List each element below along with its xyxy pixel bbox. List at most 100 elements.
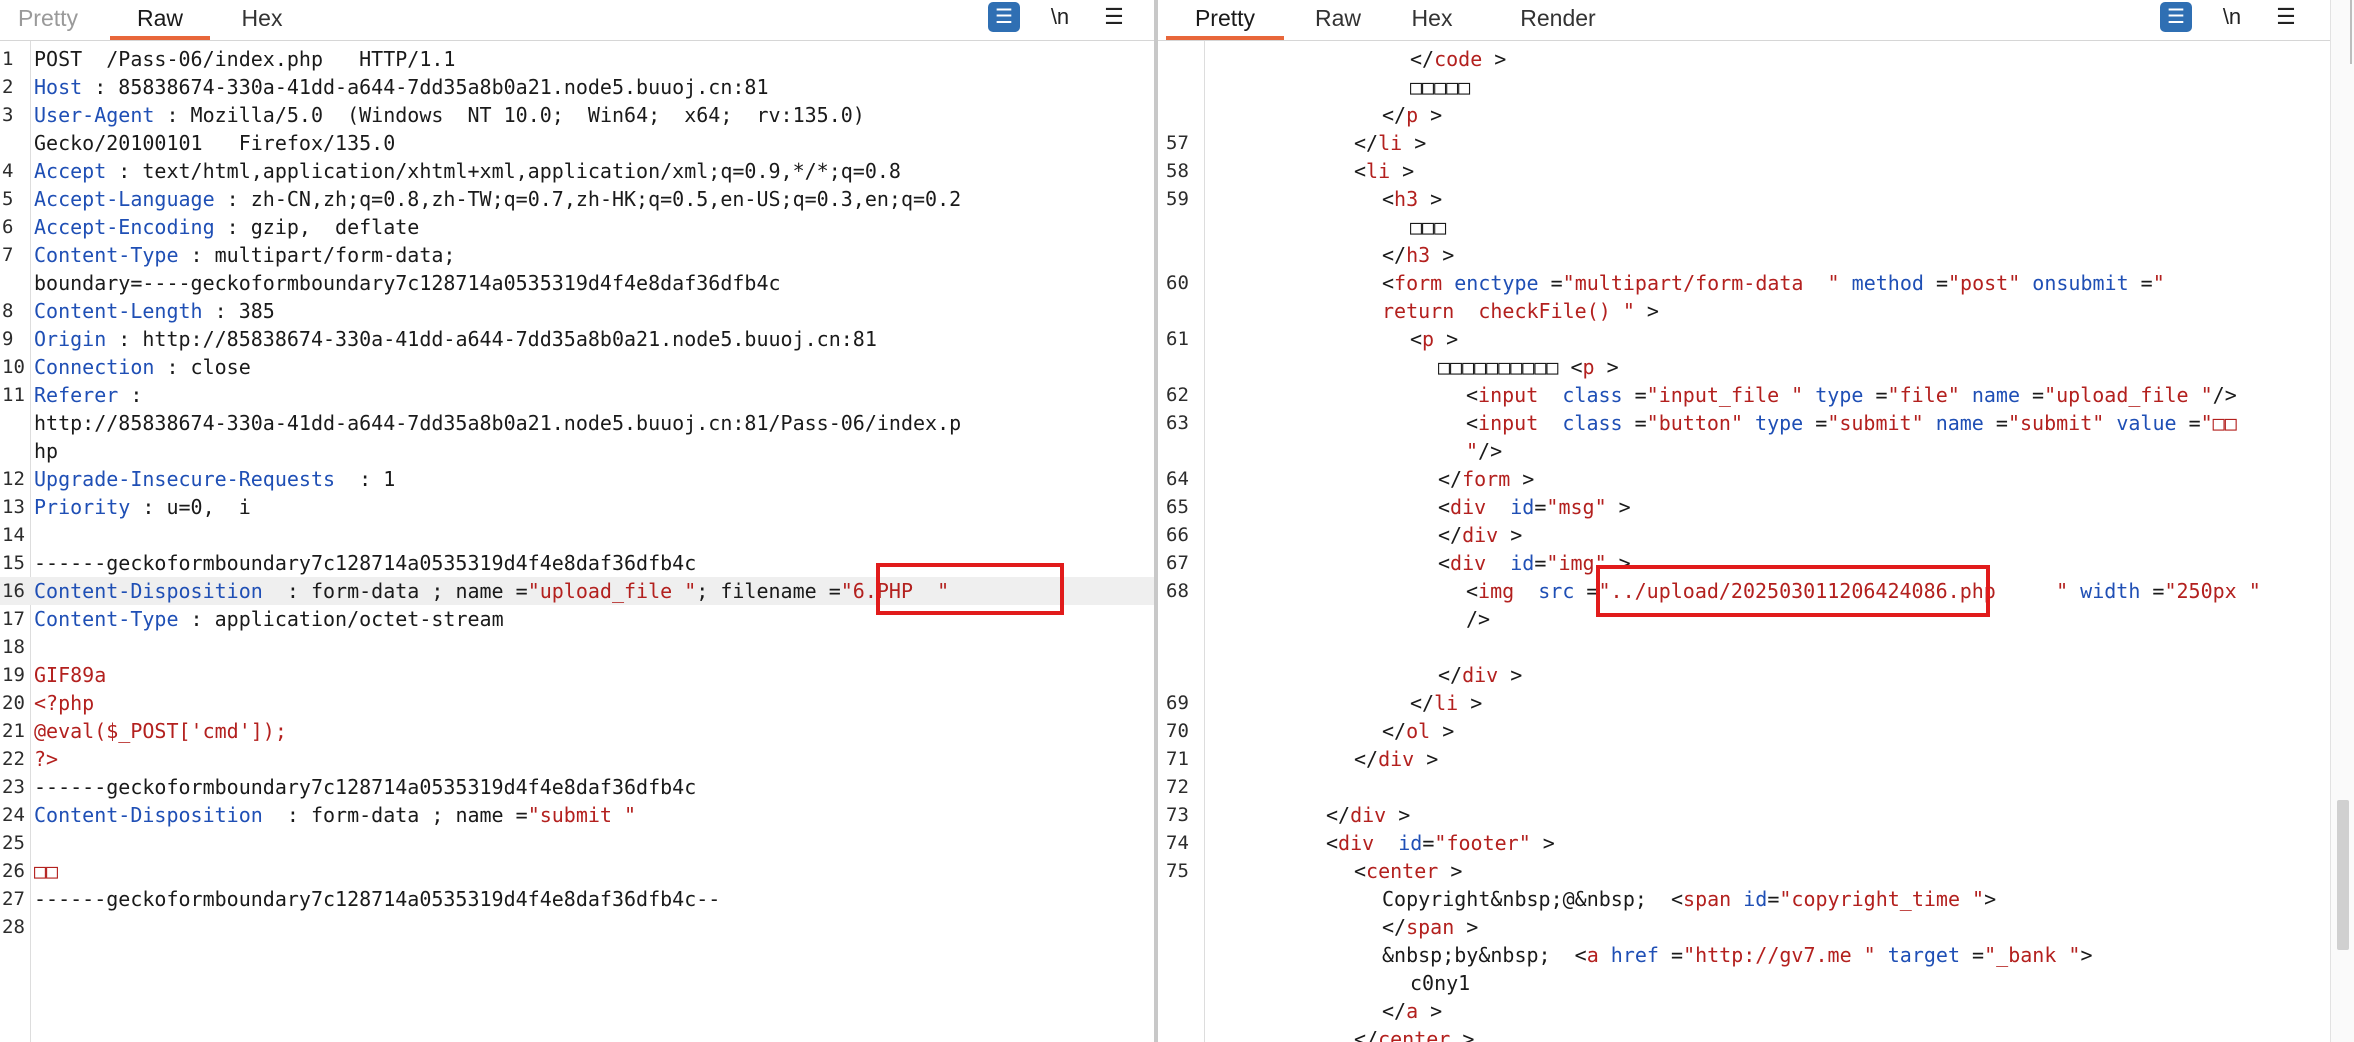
code-text: User-Agent : Mozilla/5.0 (Windows NT 10.…: [34, 101, 865, 129]
code-token: src: [1538, 579, 1575, 603]
filename-highlight-box: [876, 563, 1064, 615]
code-text: Origin : http://85838674-330a-41dd-a644-…: [34, 325, 877, 353]
code-text: ------geckoformboundary7c128714a0535319d…: [34, 773, 696, 801]
code-token: </: [1382, 999, 1407, 1023]
code-token: ": [1622, 299, 1635, 323]
code-token: :: [118, 383, 143, 407]
code-text: Content-Disposition : form-data ; name =…: [34, 577, 949, 605]
tab-request-hex[interactable]: Hex: [226, 0, 298, 40]
code-text: return checkFile() " >: [1382, 297, 1659, 325]
code-token: "250px ": [2164, 579, 2261, 603]
response-scrollbar[interactable]: [2330, 0, 2354, 1042]
code-token: &nbsp;by&nbsp; <: [1382, 943, 1587, 967]
code-token: div: [1462, 523, 1499, 547]
code-token: "submit": [2007, 411, 2105, 435]
code-token: </: [1354, 131, 1379, 155]
code-text: </h3 >: [1382, 241, 1454, 269]
code-text: </li >: [1410, 689, 1482, 717]
line-number: 13: [2, 496, 25, 518]
response-wrap-toggle-icon[interactable]: ☰: [2160, 2, 2192, 32]
line-number: 65: [1166, 496, 1189, 518]
line-number: 6: [2, 216, 14, 238]
line-number: 19: [2, 664, 25, 686]
code-token: =: [1960, 943, 1985, 967]
code-token: enctype: [1454, 271, 1539, 295]
line-number: 66: [1166, 524, 1189, 546]
code-line: </p >: [1158, 101, 2330, 129]
code-token: Priority: [34, 495, 131, 519]
code-line: 60 <form enctype ="multipart/form-data " …: [1158, 269, 2330, 297]
response-menu-icon[interactable]: ☰: [2270, 2, 2302, 32]
code-text: <input class ="button" type ="submit" na…: [1466, 409, 2237, 437]
code-text: Host : 85838674-330a-41dd-a644-7dd35a8b0…: [34, 73, 769, 101]
code-token: >: [1498, 523, 1523, 547]
request-menu-icon[interactable]: ☰: [1098, 2, 1130, 32]
line-number: 3: [2, 104, 14, 126]
code-text: <h3 >: [1382, 185, 1442, 213]
code-token: =: [1538, 271, 1563, 295]
code-line: hp: [0, 437, 1154, 465]
code-token: hp: [34, 439, 59, 463]
code-token: ?>: [34, 747, 59, 771]
code-token: a: [1586, 943, 1599, 967]
code-line: 64 </form >: [1158, 465, 2330, 493]
code-token: id: [1743, 887, 1768, 911]
code-token: </: [1326, 803, 1351, 827]
code-text: <center >: [1354, 857, 1462, 885]
tab-response-render[interactable]: Render: [1510, 0, 1606, 40]
tab-request-pretty[interactable]: Pretty: [10, 0, 86, 40]
code-text: □□□□□: [1410, 73, 1470, 101]
code-token: =: [1622, 383, 1647, 407]
code-text: </a >: [1382, 997, 1442, 1025]
code-token: "submit ": [527, 803, 637, 827]
code-token: >: [1418, 103, 1443, 127]
code-line: □□□: [1158, 213, 2330, 241]
code-token: =: [1534, 495, 1547, 519]
line-number: 58: [1166, 160, 1189, 182]
code-text: "/>: [1466, 437, 1502, 465]
code-token: width: [2080, 579, 2141, 603]
code-token: type: [1755, 411, 1804, 435]
code-line: 6 Accept-Encoding : gzip, deflate: [0, 213, 1154, 241]
code-token: =: [1863, 383, 1888, 407]
code-text: </ol >: [1382, 717, 1454, 745]
code-token: div: [1338, 831, 1375, 855]
code-line: 75 <center >: [1158, 857, 2330, 885]
code-token: </: [1410, 691, 1435, 715]
request-newline-toggle-icon[interactable]: \n: [1044, 2, 1076, 32]
line-number: 7: [2, 244, 14, 266]
code-line: &nbsp;by&nbsp; <a href ="http://gv7.me "…: [1158, 941, 2330, 969]
response-scrollbar-thumb[interactable]: [2337, 800, 2349, 950]
code-token: h3: [1394, 187, 1419, 211]
tab-request-raw[interactable]: Raw: [110, 0, 210, 40]
code-token: □□: [34, 859, 59, 883]
tab-response-hex[interactable]: Hex: [1404, 0, 1460, 40]
code-token: ": [1466, 439, 1479, 463]
code-token: "upload_file ": [527, 579, 697, 603]
code-line: 22 ?>: [0, 745, 1154, 773]
tab-response-pretty[interactable]: Pretty: [1166, 0, 1284, 40]
code-token: >: [1984, 887, 1997, 911]
code-line: Copyright&nbsp;@&nbsp; <span id="copyrig…: [1158, 885, 2330, 913]
code-text: </div >: [1438, 661, 1522, 689]
code-token: input: [1478, 411, 1539, 435]
code-token: div: [1450, 495, 1487, 519]
code-token: </: [1354, 747, 1379, 771]
code-text: Accept-Language : zh-CN,zh;q=0.8,zh-TW;q…: [34, 185, 961, 213]
code-token: =: [2176, 411, 2201, 435]
code-text: Accept-Encoding : gzip, deflate: [34, 213, 419, 241]
code-line: 59 <h3 >: [1158, 185, 2330, 213]
line-number: 12: [2, 468, 25, 490]
response-newline-toggle-icon[interactable]: \n: [2216, 2, 2248, 32]
code-token: </: [1382, 719, 1407, 743]
code-token: "msg": [1546, 495, 1607, 519]
line-number: 4: [2, 160, 14, 182]
code-token: code: [1434, 47, 1483, 71]
tab-response-raw[interactable]: Raw: [1304, 0, 1372, 40]
code-text: <div id="footer" >: [1326, 829, 1555, 857]
line-number: 5: [2, 188, 14, 210]
code-token: id: [1398, 831, 1423, 855]
request-wrap-toggle-icon[interactable]: ☰: [988, 2, 1020, 32]
